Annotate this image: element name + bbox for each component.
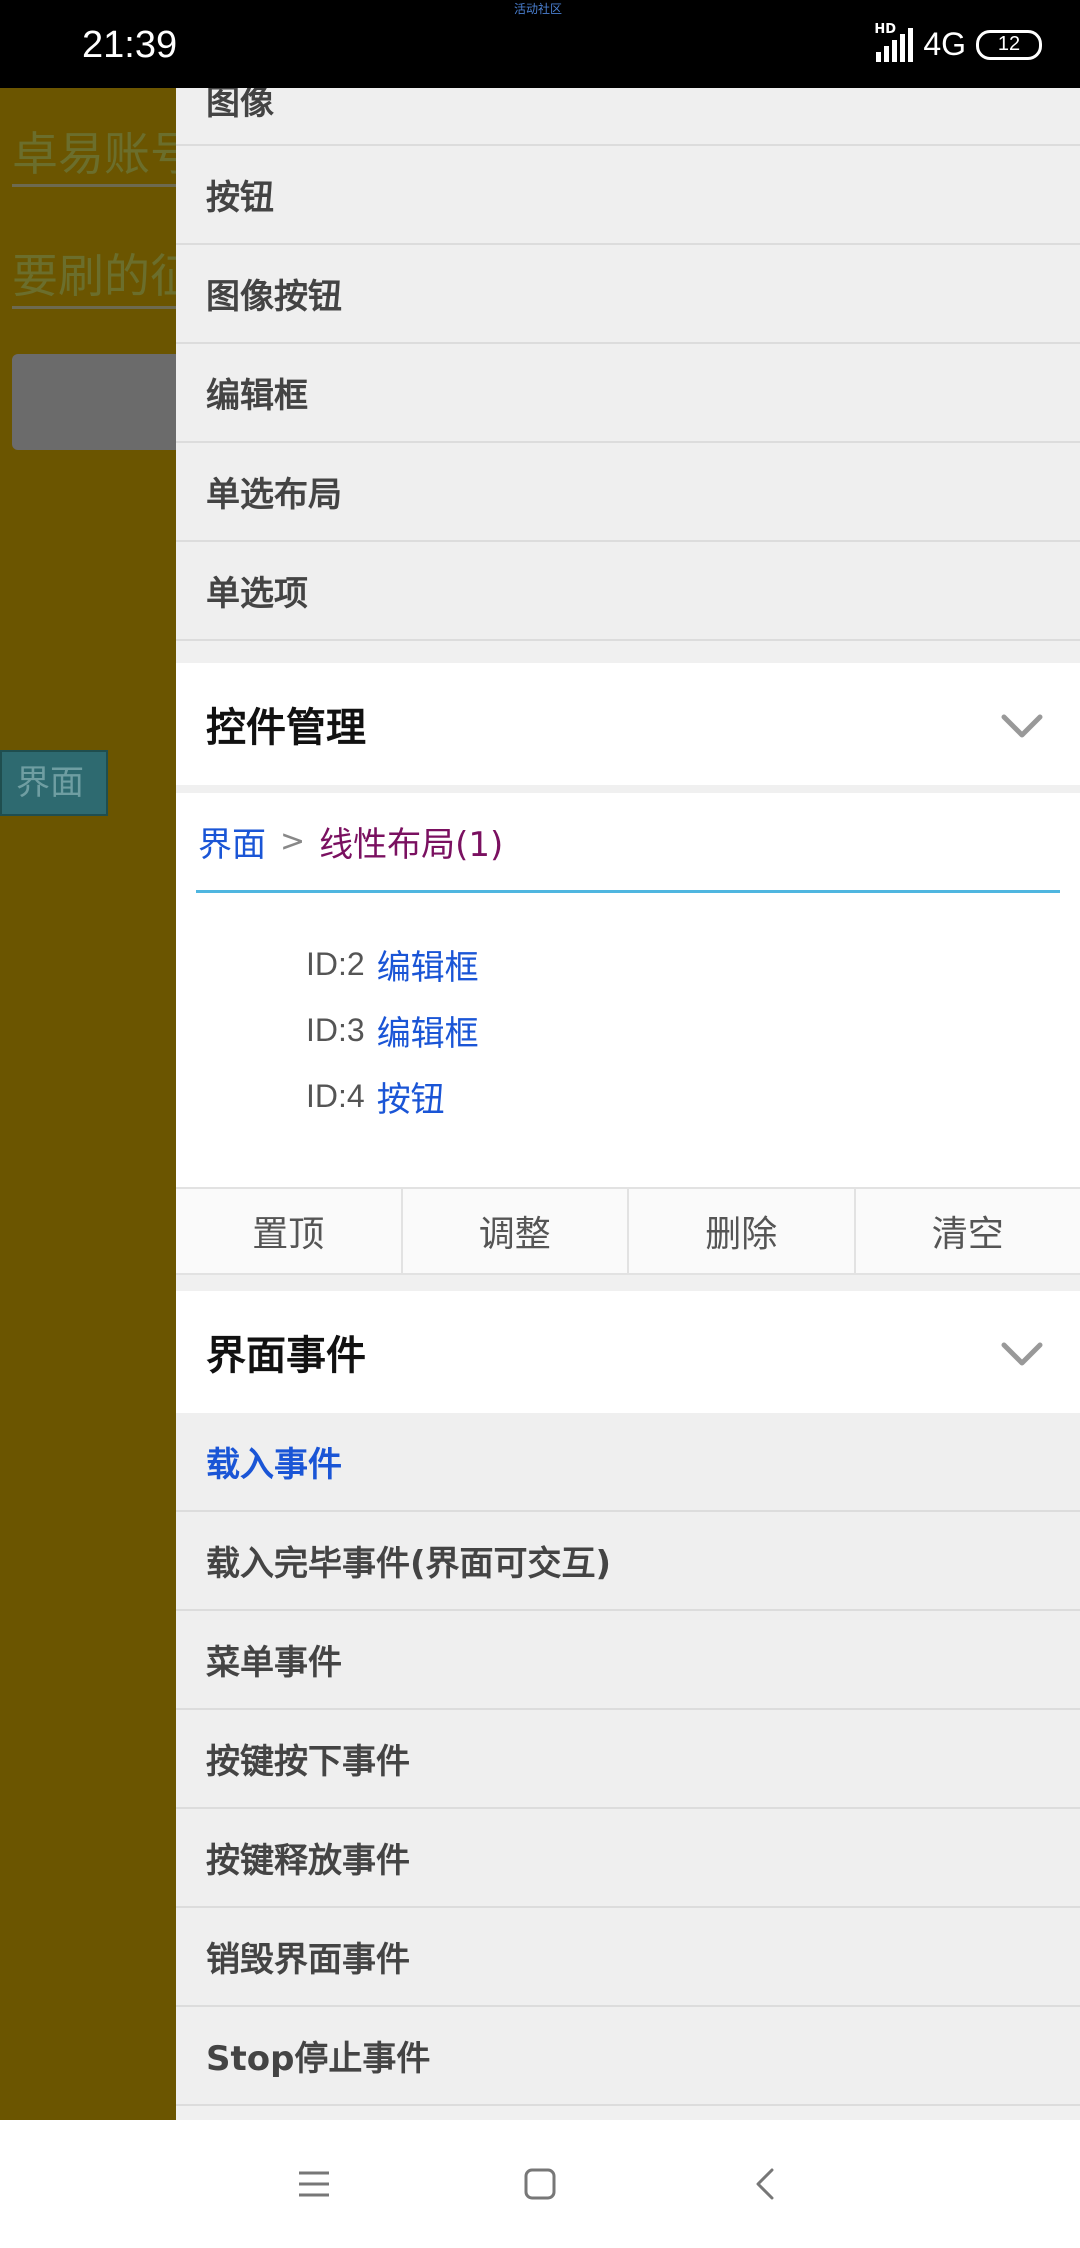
event-item-load[interactable]: 载入事件: [176, 1413, 1080, 1512]
account-field[interactable]: 卓易账号: [12, 118, 176, 187]
breadcrumb-root[interactable]: 界面: [198, 817, 266, 866]
target-field[interactable]: 要刷的征: [12, 240, 176, 309]
home-icon[interactable]: [522, 2166, 558, 2202]
control-management-panel: 界面 > 线性布局(1) ID:2 编辑框 ID:3 编辑框 ID:4 按钮: [176, 793, 1080, 1187]
tree-row-id: ID:3: [306, 1011, 365, 1048]
tree-row-id: ID:4: [306, 1077, 365, 1114]
chevron-down-icon[interactable]: [1000, 1331, 1044, 1375]
control-management-header[interactable]: 控件管理: [176, 663, 1080, 785]
widget-item-radio-option[interactable]: 单选项: [176, 542, 1080, 641]
status-tiny-label: 活动社区: [514, 2, 563, 16]
widget-item-radio-layout[interactable]: 单选布局: [176, 443, 1080, 542]
battery-icon: 12: [976, 29, 1042, 60]
breadcrumb-current[interactable]: 线性布局(1): [319, 817, 503, 866]
tree-row[interactable]: ID:3 编辑框: [306, 997, 1060, 1063]
side-drawer[interactable]: 图像 按钮 图像按钮 编辑框 单选布局 单选项 控件管理 界面 > 线性布局(1…: [176, 88, 1080, 2120]
adjust-button[interactable]: 调整: [403, 1189, 629, 1273]
signal-icon: HD: [874, 22, 914, 62]
hd-label: HD: [874, 21, 896, 37]
background-app[interactable]: 卓易账号 要刷的征 界面: [0, 88, 176, 2120]
status-icons: HD 4G 12: [874, 22, 1042, 63]
delete-button[interactable]: 删除: [629, 1189, 856, 1273]
network-type: 4G: [923, 26, 966, 62]
control-actions: 置顶 调整 删除 清空: [176, 1187, 1080, 1275]
status-time: 21:39: [82, 24, 178, 66]
tree-row[interactable]: ID:2 编辑框: [306, 931, 1060, 997]
pin-top-button[interactable]: 置顶: [176, 1189, 403, 1273]
battery-level: 12: [997, 33, 1021, 55]
ui-events-title: 界面事件: [206, 1333, 366, 1379]
event-item-load-complete[interactable]: 载入完毕事件(界面可交互): [176, 1512, 1080, 1611]
background-button[interactable]: [12, 354, 176, 450]
event-item-key-up[interactable]: 按键释放事件: [176, 1809, 1080, 1908]
tree-row[interactable]: ID:4 按钮: [306, 1063, 1060, 1129]
tree-row-id: ID:2: [306, 945, 365, 982]
event-item-stop[interactable]: Stop停止事件: [176, 2007, 1080, 2106]
chevron-down-icon[interactable]: [1000, 703, 1044, 747]
control-management-title: 控件管理: [206, 705, 366, 751]
menu-icon[interactable]: [296, 2166, 332, 2202]
widget-item-image-button[interactable]: 图像按钮: [176, 245, 1080, 344]
tree-row-name[interactable]: 按钮: [377, 1072, 445, 1121]
back-icon[interactable]: [748, 2166, 784, 2202]
clear-button[interactable]: 清空: [856, 1189, 1080, 1273]
widget-item-image[interactable]: 图像: [176, 88, 1080, 146]
widget-item-button[interactable]: 按钮: [176, 146, 1080, 245]
interface-tag[interactable]: 界面: [0, 750, 108, 816]
tree-row-name[interactable]: 编辑框: [377, 940, 479, 989]
tree-row-name[interactable]: 编辑框: [377, 1006, 479, 1055]
breadcrumb: 界面 > 线性布局(1): [196, 793, 1060, 893]
event-item-destroy[interactable]: 销毁界面事件: [176, 1908, 1080, 2007]
event-item-key-down[interactable]: 按键按下事件: [176, 1710, 1080, 1809]
event-item-menu[interactable]: 菜单事件: [176, 1611, 1080, 1710]
widget-item-edit-box[interactable]: 编辑框: [176, 344, 1080, 443]
status-bar: 21:39 活动社区 HD 4G 12: [0, 0, 1080, 88]
control-tree: ID:2 编辑框 ID:3 编辑框 ID:4 按钮: [196, 893, 1060, 1129]
ui-events-header[interactable]: 界面事件: [176, 1291, 1080, 1413]
breadcrumb-separator: >: [280, 824, 306, 859]
system-nav-bar: [0, 2120, 1080, 2248]
